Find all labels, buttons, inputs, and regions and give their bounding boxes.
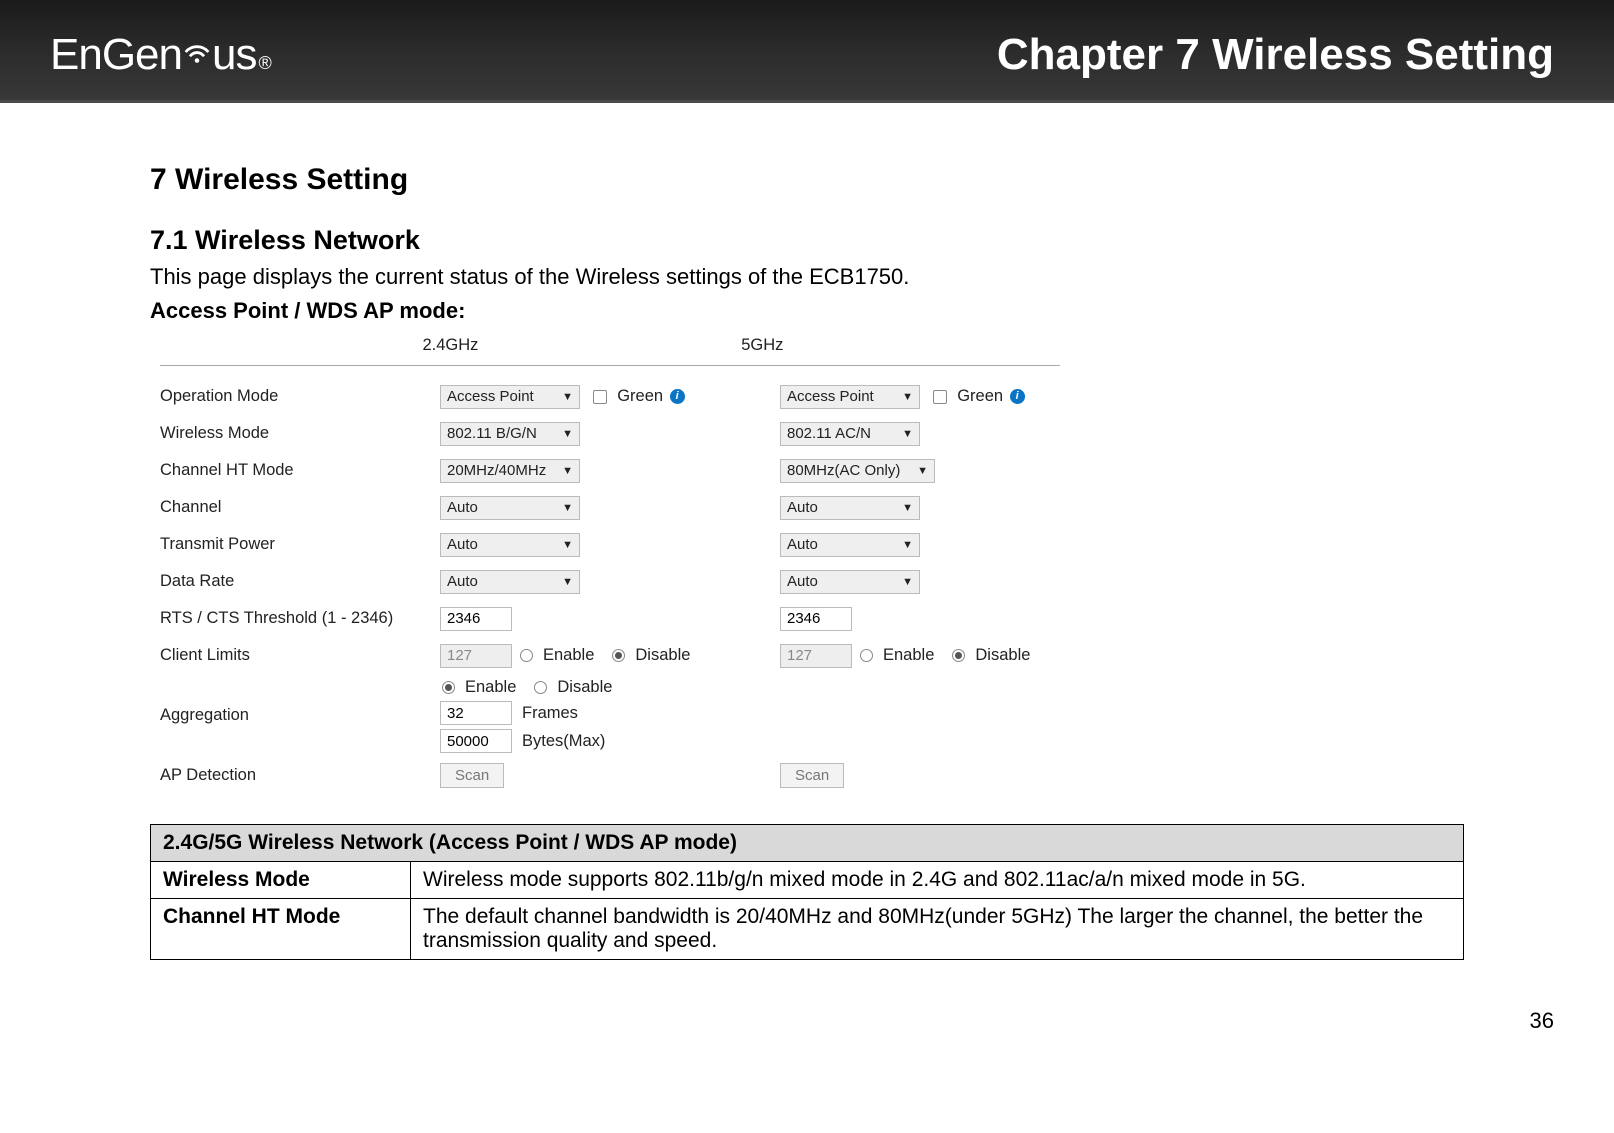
operation-mode-24-select[interactable]: Access Point▼ xyxy=(440,385,580,409)
channel-5-select[interactable]: Auto▼ xyxy=(780,496,920,520)
info-icon[interactable]: i xyxy=(1010,389,1025,404)
chevron-down-icon: ▼ xyxy=(902,502,913,514)
row-data-rate: Data Rate Auto▼ Auto▼ xyxy=(160,563,1464,600)
registered-mark: ® xyxy=(258,53,270,74)
disable-label: Disable xyxy=(975,646,1030,665)
description-table: 2.4G/5G Wireless Network (Access Point /… xyxy=(150,824,1464,960)
disable-label: Disable xyxy=(635,646,690,665)
aggregation-bytes-input[interactable] xyxy=(440,729,512,753)
brand-logo: EnGen us ® xyxy=(50,30,271,80)
wifi-icon xyxy=(180,35,214,69)
table-header-row: 2.4G/5G Wireless Network (Access Point /… xyxy=(151,825,1464,862)
rts-5-input[interactable] xyxy=(780,607,852,631)
chevron-down-icon: ▼ xyxy=(562,539,573,551)
table-key: Wireless Mode xyxy=(151,862,411,899)
transmit-power-5-select[interactable]: Auto▼ xyxy=(780,533,920,557)
chevron-down-icon: ▼ xyxy=(902,539,913,551)
chevron-down-icon: ▼ xyxy=(902,576,913,588)
enable-label: Enable xyxy=(883,646,934,665)
page-body: 7 Wireless Setting 7.1 Wireless Network … xyxy=(0,103,1614,990)
row-aggregation: Aggregation Enable Disable Frames Bytes(… xyxy=(160,674,1464,757)
chevron-down-icon: ▼ xyxy=(902,428,913,440)
label-rts-cts: RTS / CTS Threshold (1 - 2346) xyxy=(160,604,440,633)
wireless-mode-5-select[interactable]: 802.11 AC/N▼ xyxy=(780,422,920,446)
row-rts-cts: RTS / CTS Threshold (1 - 2346) xyxy=(160,600,1464,637)
client-limits-24-disable-radio[interactable] xyxy=(612,649,625,662)
label-operation-mode: Operation Mode xyxy=(160,382,440,411)
channel-24-select[interactable]: Auto▼ xyxy=(440,496,580,520)
enable-label: Enable xyxy=(543,646,594,665)
operation-mode-5-select[interactable]: Access Point▼ xyxy=(780,385,920,409)
row-client-limits: Client Limits Enable Disable Enable Disa… xyxy=(160,637,1464,674)
channel-ht-24-select[interactable]: 20MHz/40MHz▼ xyxy=(440,459,580,483)
wireless-form: 2.4GHz 5GHz Operation Mode Access Point▼… xyxy=(160,330,1464,794)
row-operation-mode: Operation Mode Access Point▼ Green i Acc… xyxy=(160,378,1464,415)
data-rate-24-select[interactable]: Auto▼ xyxy=(440,570,580,594)
subsection-heading: 7.1 Wireless Network xyxy=(150,225,1464,256)
table-row: Wireless Mode Wireless mode supports 802… xyxy=(151,862,1464,899)
wireless-mode-24-select[interactable]: 802.11 B/G/N▼ xyxy=(440,422,580,446)
channel-ht-5-select[interactable]: 80MHz(AC Only)▼ xyxy=(780,459,935,483)
table-key: Channel HT Mode xyxy=(151,899,411,960)
green-5-checkbox[interactable] xyxy=(933,390,947,404)
aggregation-disable-radio[interactable] xyxy=(534,681,547,694)
rts-24-input[interactable] xyxy=(440,607,512,631)
aggregation-frames-label: Frames xyxy=(522,704,578,723)
client-limits-24-enable-radio[interactable] xyxy=(520,649,533,662)
client-limits-24-input[interactable] xyxy=(440,644,512,668)
row-channel-ht: Channel HT Mode 20MHz/40MHz▼ 80MHz(AC On… xyxy=(160,452,1464,489)
row-channel: Channel Auto▼ Auto▼ xyxy=(160,489,1464,526)
scan-24-button[interactable]: Scan xyxy=(440,763,504,788)
green-24-label: Green xyxy=(617,387,663,405)
chevron-down-icon: ▼ xyxy=(917,465,928,477)
chevron-down-icon: ▼ xyxy=(562,428,573,440)
chevron-down-icon: ▼ xyxy=(562,502,573,514)
client-limits-5-input[interactable] xyxy=(780,644,852,668)
transmit-power-24-select[interactable]: Auto▼ xyxy=(440,533,580,557)
form-column-headers: 2.4GHz 5GHz xyxy=(160,330,1060,366)
header-banner: EnGen us ® Chapter 7 Wireless Setting xyxy=(0,0,1614,103)
mode-heading: Access Point / WDS AP mode: xyxy=(150,298,1464,324)
aggregation-bytes-label: Bytes(Max) xyxy=(522,732,605,751)
data-rate-5-select[interactable]: Auto▼ xyxy=(780,570,920,594)
table-value: Wireless mode supports 802.11b/g/n mixed… xyxy=(411,862,1464,899)
table-value: The default channel bandwidth is 20/40MH… xyxy=(411,899,1464,960)
enable-label: Enable xyxy=(465,678,516,697)
info-icon[interactable]: i xyxy=(670,389,685,404)
label-transmit-power: Transmit Power xyxy=(160,530,440,559)
label-client-limits: Client Limits xyxy=(160,641,440,670)
chevron-down-icon: ▼ xyxy=(562,576,573,588)
row-wireless-mode: Wireless Mode 802.11 B/G/N▼ 802.11 AC/N▼ xyxy=(160,415,1464,452)
label-wireless-mode: Wireless Mode xyxy=(160,419,440,448)
table-row: Channel HT Mode The default channel band… xyxy=(151,899,1464,960)
col-header-24ghz: 2.4GHz xyxy=(423,336,742,355)
brand-name-part-b: us xyxy=(212,30,256,80)
chapter-title: Chapter 7 Wireless Setting xyxy=(997,30,1574,80)
row-transmit-power: Transmit Power Auto▼ Auto▼ xyxy=(160,526,1464,563)
scan-5-button[interactable]: Scan xyxy=(780,763,844,788)
label-ap-detection: AP Detection xyxy=(160,761,440,790)
page-number: 36 xyxy=(0,990,1614,1054)
label-channel-ht: Channel HT Mode xyxy=(160,456,440,485)
green-5-label: Green xyxy=(957,387,1003,405)
col-header-5ghz: 5GHz xyxy=(741,336,1060,355)
section-heading: 7 Wireless Setting xyxy=(150,163,1464,197)
client-limits-5-enable-radio[interactable] xyxy=(860,649,873,662)
chevron-down-icon: ▼ xyxy=(902,391,913,403)
chevron-down-icon: ▼ xyxy=(562,391,573,403)
aggregation-frames-input[interactable] xyxy=(440,701,512,725)
green-24-checkbox[interactable] xyxy=(593,390,607,404)
table-header: 2.4G/5G Wireless Network (Access Point /… xyxy=(151,825,1464,862)
row-ap-detection: AP Detection Scan Scan xyxy=(160,757,1464,794)
client-limits-5-disable-radio[interactable] xyxy=(952,649,965,662)
label-channel: Channel xyxy=(160,493,440,522)
brand-name-part-a: EnGen xyxy=(50,30,182,80)
label-data-rate: Data Rate xyxy=(160,567,440,596)
intro-text: This page displays the current status of… xyxy=(150,264,1464,290)
aggregation-enable-radio[interactable] xyxy=(442,681,455,694)
chevron-down-icon: ▼ xyxy=(562,465,573,477)
label-aggregation: Aggregation xyxy=(160,701,440,730)
disable-label: Disable xyxy=(557,678,612,697)
